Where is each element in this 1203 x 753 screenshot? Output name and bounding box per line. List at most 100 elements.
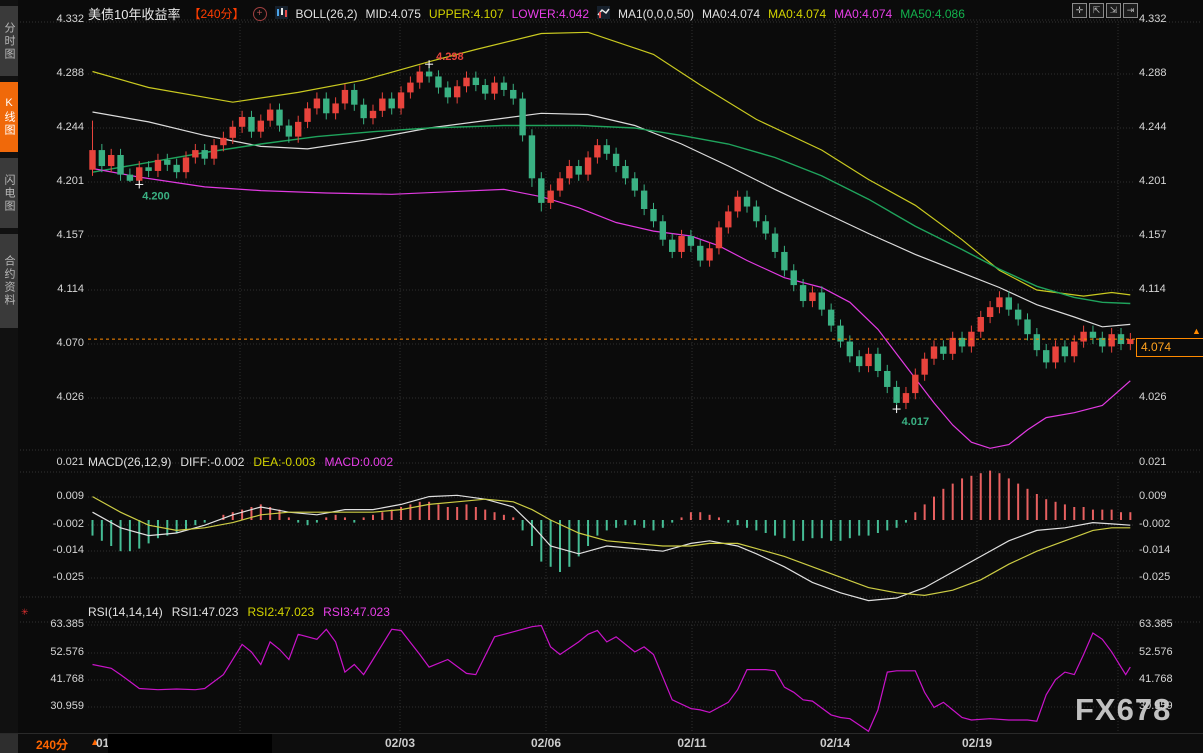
chart-header: 美债10年收益率 【240分】 + BOLL(26,2) MID:4.075 U… [88, 4, 965, 23]
candle-body [304, 108, 311, 122]
candle-body [117, 155, 124, 175]
candle-body [902, 393, 910, 403]
price-anchor-icon[interactable]: ▲ [1192, 326, 1201, 336]
ma0-magenta-value: MA0:4.074 [834, 6, 893, 21]
candle-body [276, 109, 283, 126]
candle-body [229, 126, 236, 138]
candle-body [238, 116, 246, 127]
pan-icon[interactable]: ✛ [1072, 3, 1087, 18]
boll-mid-value: MID:4.075 [365, 6, 421, 21]
candle-body [697, 245, 704, 261]
boll-indicator-icon[interactable] [274, 5, 288, 22]
candle-body [856, 356, 863, 367]
sidebar-tab-label: 分时图 [3, 21, 15, 61]
candle-body [1061, 346, 1069, 357]
candle-body [266, 109, 274, 121]
candle-body [669, 239, 676, 252]
axis-label: 4.332 [1139, 13, 1167, 25]
candle-body [295, 121, 302, 137]
axis-label: 52.576 [1139, 646, 1173, 658]
axis-label: 0.009 [56, 490, 84, 502]
candle-body [1033, 334, 1041, 351]
chart-application: 4.298 4.200 4.017 分时图 K线图 闪电图 合约资料 美债10年收益… [0, 0, 1203, 753]
candle-body [706, 248, 713, 261]
candle-body [547, 190, 554, 203]
alert-asterisk-icon: ✳ [21, 607, 29, 617]
axis-label: 4.114 [1139, 283, 1166, 295]
axis-label: 0.021 [56, 456, 84, 468]
candle-body [827, 309, 835, 326]
candle-body [818, 292, 825, 310]
candle-body [640, 190, 648, 210]
marker-label: 4.298 [436, 51, 464, 63]
zoom-out-icon[interactable]: ⇲ [1106, 3, 1121, 18]
date-label: 02/06 [530, 736, 562, 750]
candle-body [678, 236, 685, 252]
time-axis-bar: 240分 ▲ 01/ 02/03 02/06 02/11 02/14 02/19 [0, 733, 1203, 753]
ma50-line [92, 124, 1131, 305]
sidebar: 分时图 K线图 闪电图 合约资料 [0, 0, 18, 753]
sidebar-tab-time-chart[interactable]: 分时图 [0, 6, 18, 76]
kline-chart-canvas[interactable]: 4.298 4.200 4.017 [0, 0, 1203, 753]
axis-label: 4.244 [56, 121, 84, 133]
candle-body [940, 346, 947, 354]
watermark: FX678 [1075, 692, 1172, 727]
ma-name: MA1(0,0,0,50) [618, 6, 695, 21]
sidebar-tab-lightning-chart[interactable]: 闪电图 [0, 158, 18, 228]
candle-body [145, 167, 152, 171]
timeframe-selector[interactable]: 240分 [36, 736, 68, 753]
axis-label: 0.009 [1139, 490, 1167, 502]
candle-body [108, 155, 115, 167]
candle-body [89, 150, 96, 170]
date-label: 02/11 [677, 736, 707, 750]
date-label: 02/14 [819, 736, 851, 750]
candle-body [912, 374, 919, 394]
candle-body [584, 157, 592, 175]
candle-body [771, 233, 779, 252]
candle-body [1127, 339, 1134, 344]
shift-right-icon[interactable]: ⇥ [1123, 3, 1138, 18]
candle-body [154, 159, 162, 171]
sidebar-tab-kline-chart[interactable]: K线图 [0, 82, 18, 152]
candle-body [1052, 346, 1059, 363]
boll-mid-line [92, 111, 1131, 328]
axis-label: 4.157 [56, 229, 84, 241]
axis-label: -0.002 [1139, 518, 1171, 530]
axis-label: -0.014 [52, 544, 84, 556]
candle-body [1089, 331, 1097, 338]
sidebar-tab-contract-info[interactable]: 合约资料 [0, 234, 18, 328]
rsi1-value: RSI1:47.023 [171, 605, 239, 619]
candle-body [435, 76, 442, 88]
candle-body [444, 87, 451, 98]
axis-label: 4.288 [56, 67, 84, 79]
candle-body [351, 89, 358, 105]
candle-body [379, 98, 386, 111]
ma-indicator-icon[interactable] [597, 5, 610, 22]
candle-body [313, 98, 321, 109]
axis-label: 4.244 [1139, 121, 1167, 133]
macd-dea-value: DEA:-0.003 [253, 455, 316, 469]
candle-body [220, 137, 227, 146]
timeframe-badge[interactable]: 【240分】 [188, 5, 244, 22]
boll-upper-value: UPPER:4.107 [428, 6, 504, 21]
date-label: 02/03 [384, 736, 416, 750]
candle-body [762, 221, 769, 234]
candle-body [323, 98, 330, 114]
axis-label: -0.025 [52, 571, 84, 583]
candle-body [1071, 341, 1078, 357]
candle-body [388, 98, 395, 109]
chart-toolbar: ✛ ⇱ ⇲ ⇥ [1072, 3, 1138, 18]
axis-label: 41.768 [50, 673, 84, 685]
add-indicator-icon[interactable]: + [252, 6, 267, 21]
candle-body [603, 145, 610, 154]
last-price-tag: 4.074 [1136, 338, 1203, 357]
zoom-in-icon[interactable]: ⇱ [1089, 3, 1104, 18]
macd-macd-value: MACD:0.002 [324, 455, 394, 469]
axis-label: 4.026 [56, 391, 84, 403]
candle-body [538, 178, 545, 203]
candle-body [1108, 334, 1115, 347]
candle-body [472, 77, 480, 86]
rsi-label-row: RSI(14,14,14) RSI1:47.023 RSI2:47.023 RS… [88, 605, 390, 619]
candle-body [566, 166, 573, 179]
macd-name: MACD(26,12,9) [88, 455, 172, 469]
